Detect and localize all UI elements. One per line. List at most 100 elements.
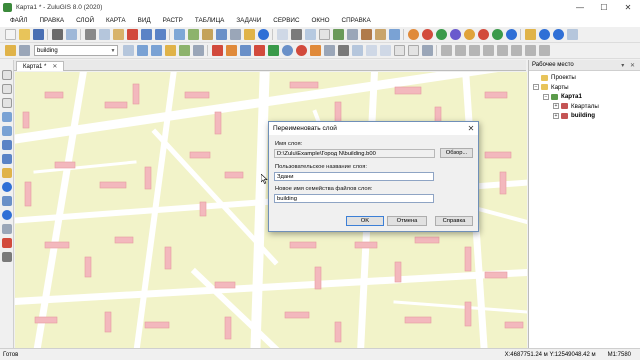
help-button[interactable]: Справка: [435, 216, 473, 226]
custom-name-input[interactable]: Здани: [274, 172, 434, 181]
area-icon[interactable]: [1, 224, 12, 234]
nav-forward-icon[interactable]: [295, 45, 307, 56]
merge-icon[interactable]: [379, 45, 391, 56]
select-arrow-icon[interactable]: [1, 84, 12, 94]
task-c-icon[interactable]: [435, 29, 447, 40]
align-e-icon[interactable]: [496, 45, 508, 56]
line-icon[interactable]: [323, 45, 335, 56]
tools-icon[interactable]: [229, 29, 241, 40]
tree-item-kvartaly[interactable]: + Кварталы: [533, 102, 640, 112]
task-d-icon[interactable]: [449, 29, 461, 40]
calculator-icon[interactable]: [290, 29, 302, 40]
copy-icon[interactable]: [98, 29, 110, 40]
filter-icon[interactable]: [1, 238, 12, 248]
close-window-button[interactable]: ✕: [616, 0, 640, 14]
menu-edit[interactable]: ПРАВКА: [34, 17, 71, 24]
align-b-icon[interactable]: [454, 45, 466, 56]
maximize-button[interactable]: ☐: [592, 0, 616, 14]
info-tool-icon[interactable]: [1, 182, 12, 192]
menu-service[interactable]: СЕРВИС: [267, 17, 305, 24]
network-icon[interactable]: [276, 29, 288, 40]
task-b-icon[interactable]: [421, 29, 433, 40]
cut-icon[interactable]: [84, 29, 96, 40]
new-file-name-input[interactable]: building: [274, 194, 434, 203]
lamp-icon[interactable]: [243, 29, 255, 40]
flag-icon[interactable]: [267, 45, 279, 56]
pencil-icon[interactable]: [1, 252, 12, 262]
menu-help[interactable]: СПРАВКА: [336, 17, 377, 24]
layer-down-icon[interactable]: [18, 45, 30, 56]
split-icon[interactable]: [365, 45, 377, 56]
tab-close-icon[interactable]: ✕: [52, 63, 57, 70]
menu-table[interactable]: ТАБЛИЦА: [189, 17, 231, 24]
task-e-icon[interactable]: [463, 29, 475, 40]
open-folder-icon[interactable]: [18, 29, 30, 40]
pause-icon[interactable]: [538, 29, 550, 40]
select-add-icon[interactable]: [1, 98, 12, 108]
paste-icon[interactable]: [112, 29, 124, 40]
snap-icon[interactable]: [421, 45, 433, 56]
save-icon[interactable]: [32, 29, 44, 40]
query-icon[interactable]: [201, 29, 213, 40]
expand-toggle-icon[interactable]: +: [553, 103, 559, 110]
info-icon[interactable]: [225, 45, 237, 56]
zoom-in-icon[interactable]: [136, 45, 148, 56]
align-d-icon[interactable]: [482, 45, 494, 56]
select-poly-icon[interactable]: [1, 126, 12, 136]
collapse-toggle-icon[interactable]: −: [543, 93, 549, 100]
nav-back-icon[interactable]: [281, 45, 293, 56]
zoom-out-tool-icon[interactable]: [1, 154, 12, 164]
scale-1-1-icon[interactable]: [393, 45, 405, 56]
ruler-icon[interactable]: [1, 196, 12, 206]
menu-map[interactable]: КАРТА: [100, 17, 132, 24]
window-tile-icon[interactable]: [566, 29, 578, 40]
tree-item-maps[interactable]: − Карты: [533, 83, 640, 93]
scale-icon[interactable]: [407, 45, 419, 56]
new-file-icon[interactable]: [4, 29, 16, 40]
menu-file[interactable]: ФАЙЛ: [4, 17, 34, 24]
pan-icon[interactable]: [164, 45, 176, 56]
measure-icon[interactable]: [239, 45, 251, 56]
browse-button[interactable]: Обзор...: [440, 148, 473, 158]
zoom-in-tool-icon[interactable]: [1, 140, 12, 150]
delete-icon[interactable]: [126, 29, 138, 40]
align-f-icon[interactable]: [510, 45, 522, 56]
layer-list-icon[interactable]: [4, 45, 16, 56]
task-f-icon[interactable]: [477, 29, 489, 40]
dialog-close-icon[interactable]: ✕: [464, 124, 478, 133]
database-icon[interactable]: [346, 29, 358, 40]
node-icon[interactable]: [351, 45, 363, 56]
undo-icon[interactable]: [140, 29, 152, 40]
task-a-icon[interactable]: [407, 29, 419, 40]
editor-icon[interactable]: [360, 29, 372, 40]
align-h-icon[interactable]: [538, 45, 550, 56]
layer-properties-icon[interactable]: [187, 29, 199, 40]
stop-icon[interactable]: [552, 29, 564, 40]
align-g-icon[interactable]: [524, 45, 536, 56]
task-h-icon[interactable]: [505, 29, 517, 40]
pin-icon[interactable]: [253, 45, 265, 56]
align-a-icon[interactable]: [440, 45, 452, 56]
zoom-out-icon[interactable]: [150, 45, 162, 56]
ok-button[interactable]: OK: [346, 216, 384, 226]
help-icon[interactable]: [257, 29, 269, 40]
export-icon[interactable]: [388, 29, 400, 40]
full-extent-icon[interactable]: [178, 45, 190, 56]
expand-toggle-icon[interactable]: +: [553, 112, 559, 119]
list-icon[interactable]: [304, 29, 316, 40]
refresh-icon[interactable]: [192, 45, 204, 56]
grid-icon[interactable]: [215, 29, 227, 40]
task-g-icon[interactable]: [491, 29, 503, 40]
print-preview-icon[interactable]: [65, 29, 77, 40]
active-layer-select[interactable]: building ▼: [34, 45, 118, 56]
print-icon[interactable]: [51, 29, 63, 40]
redo-icon[interactable]: [154, 29, 166, 40]
folder-tool-icon[interactable]: [374, 29, 386, 40]
panel-controls[interactable]: ▾ ✕: [621, 62, 637, 69]
menu-tasks[interactable]: ЗАДАЧИ: [230, 17, 267, 24]
tree-item-building[interactable]: + building: [533, 111, 640, 121]
select-rect-icon[interactable]: [1, 112, 12, 122]
play-icon[interactable]: [524, 29, 536, 40]
tree-item-projects[interactable]: Проекты: [533, 73, 640, 83]
chart-icon[interactable]: [332, 29, 344, 40]
